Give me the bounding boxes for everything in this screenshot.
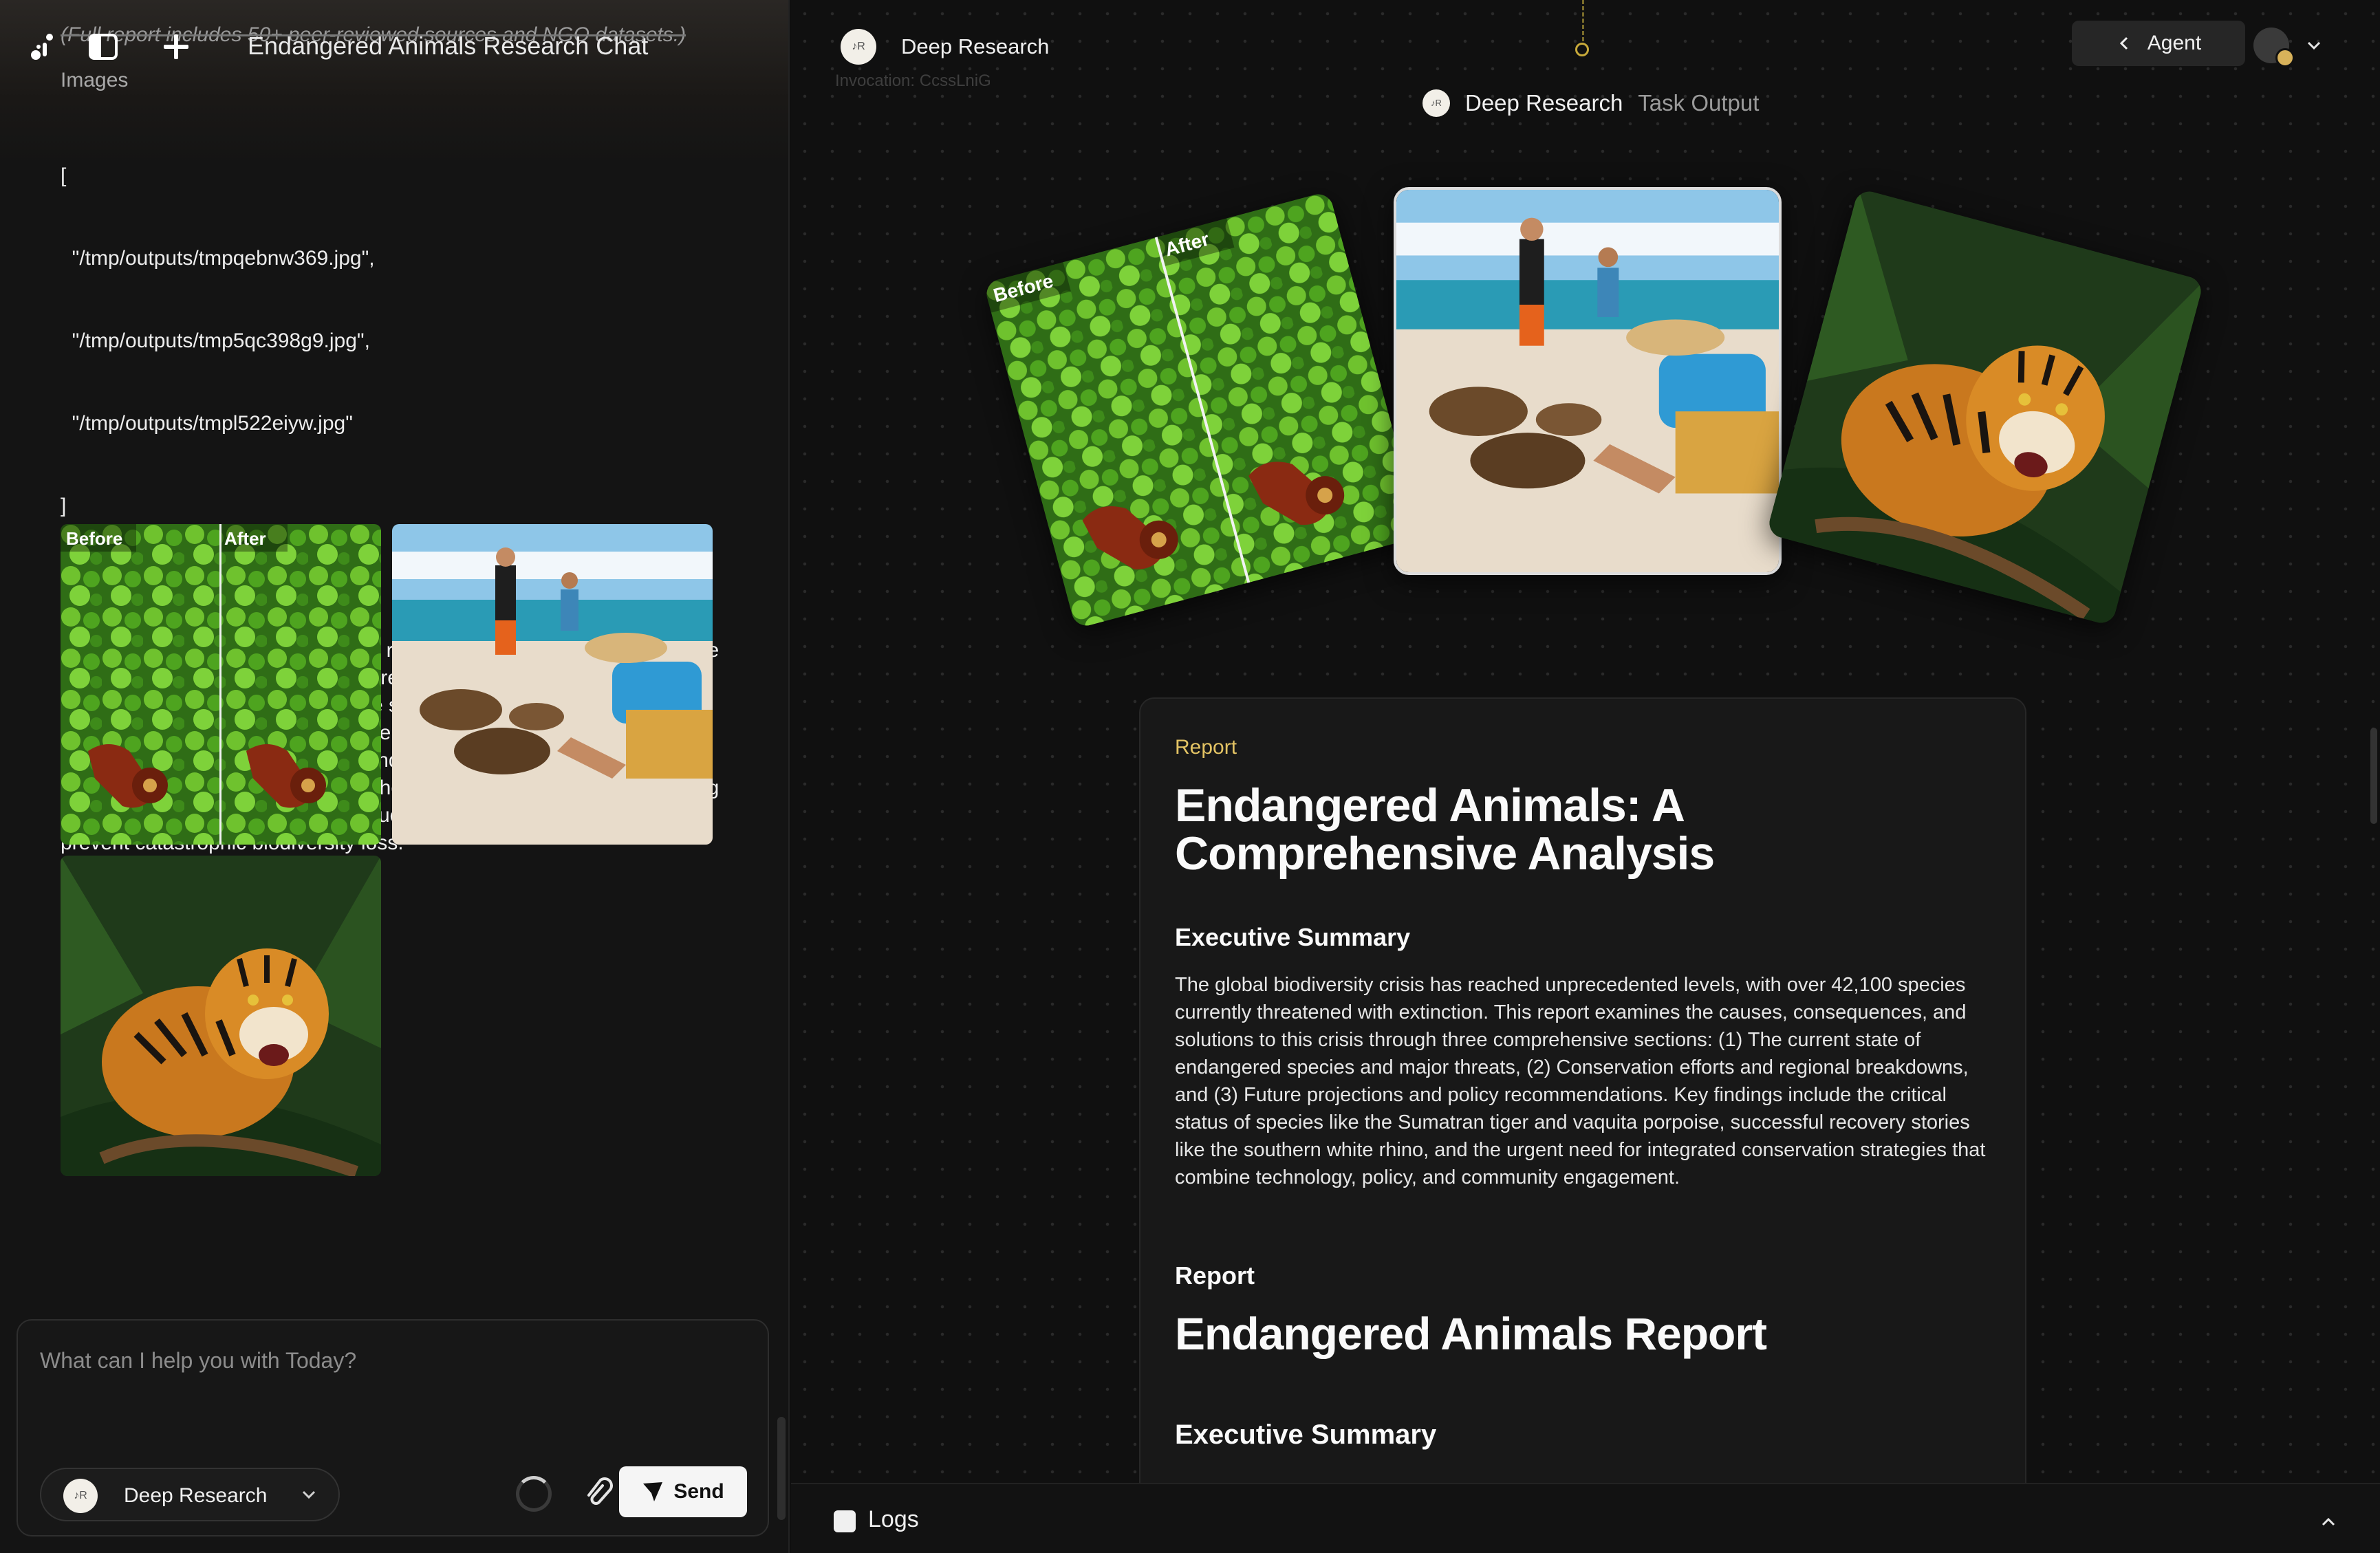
report-kicker: Report [1175, 736, 1237, 759]
gallery-card-beach-turtles[interactable] [1394, 187, 1782, 575]
agent-avatar: ♪R [63, 1479, 98, 1513]
beach-turtles-image [1396, 190, 1779, 572]
after-label: After [224, 528, 266, 549]
chat-title: Endangered Animals Research Chat [248, 32, 649, 60]
chat-scrollbar[interactable] [777, 1417, 786, 1520]
paperclip-attach-icon[interactable] [582, 1476, 615, 1513]
message-composer[interactable]: What can I help you with Today? ♪R Deep … [17, 1319, 769, 1536]
app-logo-icon[interactable] [28, 33, 55, 61]
canvas-panel: ♪R Deep Research Invocation: CcssLniG Ag… [791, 0, 2380, 1553]
image-path-line: "/tmp/outputs/tmp5qc398g9.jpg", [61, 329, 370, 352]
beach-turtles-image [392, 524, 713, 845]
logs-icon [834, 1510, 856, 1532]
forest-before-after-image [983, 191, 1422, 629]
logs-label: Logs [868, 1506, 919, 1532]
chat-panel: (Full report includes 50+ peer-reviewed … [0, 0, 790, 1553]
agent-selector-label: Deep Research [124, 1484, 268, 1507]
sidebar-toggle-icon[interactable] [88, 33, 118, 61]
new-chat-plus-icon[interactable] [160, 30, 193, 63]
image-path-line: ] [61, 495, 67, 517]
tiger-jungle-image [1766, 188, 2205, 627]
canvas-scrollbar[interactable] [2370, 728, 2377, 824]
gallery-card-before-after[interactable]: Before After [983, 191, 1422, 629]
message-input[interactable]: What can I help you with Today? [40, 1348, 356, 1373]
report-subtitle: Endangered Animals Report [1175, 1308, 1767, 1359]
before-label: Before [66, 528, 123, 549]
report-title: Endangered Animals: A Comprehensive Anal… [1175, 779, 1715, 880]
chevron-up-icon[interactable] [2318, 1512, 2339, 1532]
thumbnail-before-after[interactable]: Before After [61, 524, 381, 845]
report-subsection-label: Report [1175, 1261, 1255, 1290]
tiger-jungle-image [61, 856, 381, 1176]
send-button[interactable]: Send [619, 1466, 747, 1517]
report-card: Report Endangered Animals: A Comprehensi… [1139, 697, 2026, 1553]
gallery-card-tiger[interactable] [1766, 188, 2205, 627]
forest-before-after-image [61, 524, 381, 845]
image-path-line: [ [61, 164, 67, 187]
executive-summary-heading-2: Executive Summary [1175, 1420, 1437, 1450]
send-button-label: Send [673, 1480, 724, 1503]
executive-summary-body: The global biodiversity crisis has reach… [1175, 974, 1986, 1188]
chevron-down-icon [302, 1490, 316, 1499]
agent-selector-dropdown[interactable]: ♪R Deep Research [40, 1468, 340, 1521]
loading-spinner-icon [516, 1476, 552, 1512]
output-image-gallery: Before After [791, 0, 2380, 629]
image-path-list: [ "/tmp/outputs/tmpqebnw369.jpg", "/tmp/… [61, 107, 721, 575]
image-path-line: "/tmp/outputs/tmpqebnw369.jpg", [61, 247, 375, 270]
executive-summary-heading: Executive Summary [1175, 923, 1411, 951]
images-label: Images [61, 69, 129, 91]
send-arrow-icon [643, 1482, 663, 1501]
image-path-line: "/tmp/outputs/tmpl522eiyw.jpg" [61, 412, 353, 435]
thumbnail-beach-turtles[interactable] [392, 524, 713, 845]
logs-bar[interactable]: Logs [791, 1483, 2380, 1553]
thumbnail-tiger[interactable] [61, 856, 381, 1176]
